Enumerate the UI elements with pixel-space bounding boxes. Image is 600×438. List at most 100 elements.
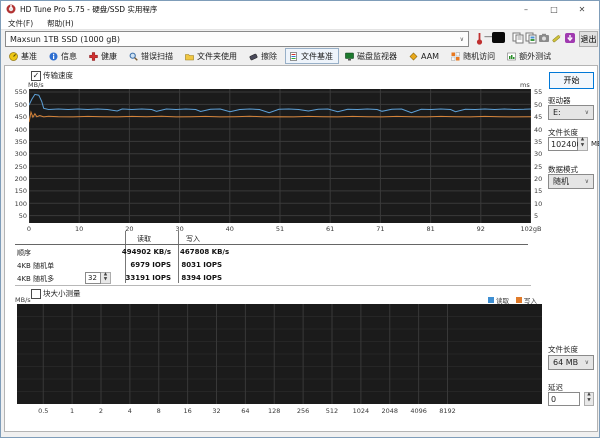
table-col-divider (178, 231, 179, 283)
y-axis-tick-right: 50 (534, 100, 543, 109)
file-length-value[interactable]: 102400 (548, 137, 582, 151)
x-axis-tick: 0.5 (38, 407, 49, 415)
y-axis-tick-left: 100 (14, 199, 27, 208)
tab-label: 健康 (101, 51, 117, 61)
x-axis-tick: 256 (296, 407, 310, 415)
download-icon[interactable] (563, 31, 576, 45)
data-pattern-select[interactable]: 随机 (548, 174, 594, 189)
tab-folder-usage[interactable]: 文件夹使用 (181, 48, 243, 64)
stepper-arrows-icon[interactable] (578, 137, 588, 151)
camera-icon[interactable] (537, 31, 550, 45)
thermometer-icon (476, 32, 483, 47)
x-axis-tick: 92 (476, 225, 485, 233)
legend-swatch (516, 297, 522, 303)
tab-erase[interactable]: 擦除 (245, 48, 283, 64)
blocksize-file-length-value: 64 MB (553, 358, 579, 367)
tab-label: 信息 (61, 51, 77, 61)
x-axis-tick: 512 (325, 407, 339, 415)
legend-swatch (488, 297, 494, 303)
latency-stepper[interactable]: 0 (548, 392, 594, 406)
start-button[interactable]: 开始 (549, 72, 594, 89)
blocksize-y-unit: MB/s (15, 296, 31, 304)
x-axis-tick: 2 (98, 407, 104, 415)
y-axis-tick-right: 55 (534, 88, 543, 97)
chevron-down-icon (585, 109, 589, 116)
x-axis-tick: 4096 (410, 407, 427, 415)
row-label: 4KB 随机多 (17, 275, 55, 283)
drive-select[interactable]: E: (548, 105, 594, 120)
tab-aam[interactable]: AAM (405, 48, 445, 64)
chevron-down-icon (585, 359, 589, 366)
menu-help[interactable]: 帮助(H) (47, 18, 74, 29)
y-axis-tick-right: 35 (534, 137, 543, 146)
y-axis-tick-left: 200 (14, 174, 27, 183)
tab-random-access[interactable]: 随机访问 (447, 48, 501, 64)
close-button[interactable]: ✕ (570, 2, 594, 17)
row-label: 4KB 随机单 (17, 262, 55, 270)
y-axis-tick-left: 550 (14, 88, 27, 97)
x-axis-tick: 0 (26, 225, 32, 233)
x-axis-tick: 1 (70, 407, 75, 415)
row-label: 顺序 (17, 249, 31, 257)
temperature-lcd (492, 32, 505, 43)
stepper-arrows-icon[interactable] (584, 392, 594, 406)
benchmark-icon (9, 51, 18, 61)
y-axis-tick-right: 20 (534, 174, 543, 183)
write-value: 8394 IOPS (181, 274, 222, 282)
copy-image-icon[interactable] (524, 31, 537, 45)
transfer-speed-plot (29, 89, 531, 223)
aam-icon (409, 52, 418, 61)
blocksize-file-length-select[interactable]: 64 MB (548, 355, 594, 370)
x-axis-tick: 128 (268, 407, 281, 415)
tab-label: 基准 (21, 51, 37, 61)
app-window: HD Tune Pro 5.75 - 硬盘/SSD 实用程序 – □ ✕ 文件(… (0, 0, 600, 438)
tab-health[interactable]: 健康 (85, 48, 123, 64)
error-scan-icon (129, 52, 138, 61)
read-value: 33191 IOPS (125, 274, 171, 282)
latency-value[interactable]: 0 (548, 392, 580, 406)
title-bar: HD Tune Pro 5.75 - 硬盘/SSD 实用程序 – □ ✕ (1, 1, 599, 17)
tab-label: 擦除 (261, 51, 277, 61)
copy-text-icon[interactable] (511, 31, 524, 45)
exit-button[interactable]: 退出 (579, 31, 598, 47)
x-axis-tick: 40 (225, 225, 234, 233)
disk-monitor-icon (345, 52, 354, 61)
x-axis-tick: 20 (125, 225, 134, 233)
tab-info[interactable]: 信息 (45, 48, 83, 64)
folder-usage-icon (185, 52, 194, 61)
write-value: 8031 IOPS (181, 261, 222, 269)
write-column-header: 写入 (186, 235, 200, 243)
tab-benchmark[interactable]: 基准 (5, 48, 43, 64)
read-value: 494902 KB/s (121, 248, 171, 256)
x-axis-tick: 81 (426, 225, 435, 233)
transfer-speed-checkbox[interactable]: ✓ (31, 71, 41, 81)
y-axis-unit-right: ms (520, 81, 530, 89)
tab-extra-tests[interactable]: 额外测试 (503, 48, 557, 64)
block-size-plot (17, 304, 542, 404)
data-pattern-value: 随机 (553, 177, 569, 186)
y-axis-tick-left: 450 (14, 113, 27, 122)
y-axis-tick-left: 300 (14, 150, 27, 159)
device-select[interactable]: Maxsun 1TB SSD (1000 gB) (5, 31, 469, 47)
write-value: 467808 KB/s (180, 248, 230, 256)
y-axis-tick-left: 50 (18, 212, 27, 221)
file-length-stepper[interactable]: 102400 (548, 137, 588, 151)
y-axis-tick-left: 400 (14, 125, 27, 134)
minimize-button[interactable]: – (514, 2, 538, 17)
file-benchmark-icon (289, 51, 298, 61)
health-icon (89, 51, 98, 61)
table-header-rule (15, 244, 528, 245)
x-axis-tick: 8192 (439, 407, 456, 415)
block-size-checkbox[interactable] (31, 289, 41, 299)
menu-file[interactable]: 文件(F) (8, 18, 33, 29)
random-access-icon (451, 51, 460, 61)
tab-error-scan[interactable]: 错误扫描 (125, 48, 179, 64)
tab-file-benchmark[interactable]: 文件基准 (285, 48, 339, 64)
maximize-button[interactable]: □ (542, 2, 566, 17)
toolbar-tabs: 基准 信息 健康 错误扫描 文件夹使用 擦除 文件基准 磁盘监视器 AAM 随机访问 额外测试 (5, 48, 595, 64)
tab-disk-monitor[interactable]: 磁盘监视器 (341, 48, 403, 64)
x-axis-tick: 2048 (381, 407, 399, 415)
chevron-down-icon (585, 178, 589, 185)
save-screenshot-icon[interactable] (550, 31, 563, 45)
x-axis-tick: 51 (275, 225, 285, 233)
